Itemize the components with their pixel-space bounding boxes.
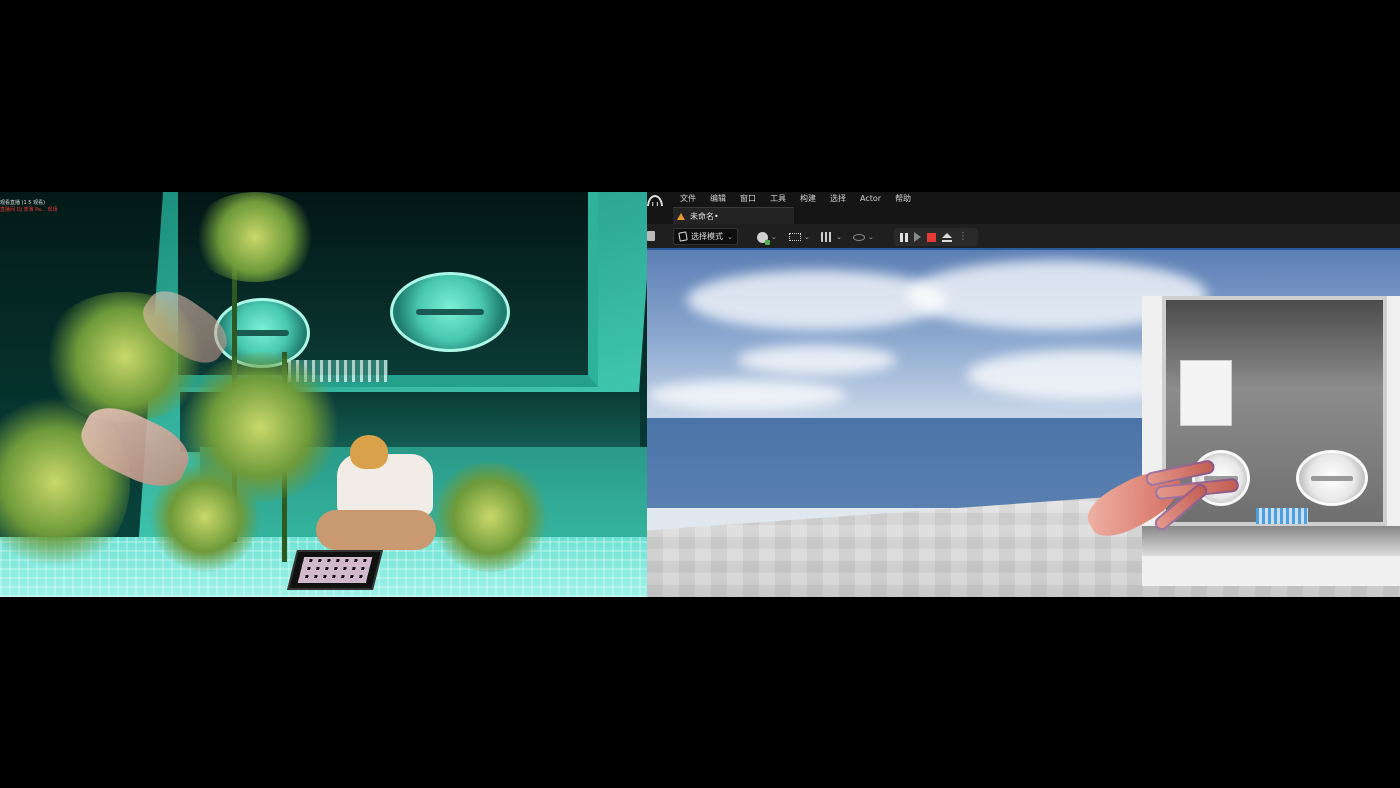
level-viewport[interactable]: [647, 250, 1400, 597]
blueprint-button[interactable]: ⌄: [789, 229, 810, 245]
menu-items: 文件 编辑 窗口 工具 构建 选择 Actor 帮助: [673, 192, 918, 206]
level-tab-label: 未命名•: [690, 211, 719, 221]
launchpad-controller: [287, 550, 383, 590]
chevron-down-icon: ⌄: [727, 232, 733, 241]
menu-tools[interactable]: 工具: [763, 192, 793, 206]
menu-select[interactable]: 选择: [823, 192, 853, 206]
performer-head: [350, 435, 388, 469]
frame-step-icon[interactable]: [914, 232, 921, 242]
menu-build[interactable]: 构建: [793, 192, 823, 206]
menu-file[interactable]: 文件: [673, 192, 703, 206]
menu-edit[interactable]: 编辑: [703, 192, 733, 206]
chevron-down-icon: ⌄: [771, 233, 777, 241]
menu-actor[interactable]: Actor: [853, 192, 888, 206]
split-screen-stage: 观看直播 (1 5 观看) 直播间 DJ 表演 Pa… 现场 U 文件 编辑 窗…: [0, 0, 1400, 788]
unreal-editor: U 文件 编辑 窗口 工具 构建 选择 Actor 帮助 未命名• 选择模式: [647, 192, 1400, 597]
play-controls: ⋮: [894, 228, 978, 246]
stream-overlay: 观看直播 (1 5 观看) 直播间 DJ 表演 Pa… 现场: [0, 200, 58, 214]
mode-label: 选择模式: [691, 232, 723, 241]
stream-overlay-line: 直播间 DJ 表演 Pa… 现场: [0, 207, 58, 213]
platforms-button[interactable]: ⌄: [853, 229, 874, 245]
select-mode-icon: [678, 231, 688, 242]
foliage: [190, 192, 320, 282]
menu-help[interactable]: 帮助: [888, 192, 918, 206]
menu-bar: U 文件 编辑 窗口 工具 构建 选择 Actor 帮助: [647, 192, 1400, 219]
document-tab-row: 未命名•: [647, 206, 1400, 224]
glove-port-right: [390, 272, 510, 352]
eye-icon: [853, 233, 865, 241]
stream-overlay-line: 观看直播 (1 5 观看): [0, 200, 46, 206]
virtual-hand: [1080, 458, 1245, 550]
performer-legs: [316, 510, 436, 550]
stop-icon[interactable]: [927, 232, 936, 242]
more-options-icon[interactable]: ⋮: [958, 232, 968, 242]
add-actor-icon: [757, 231, 770, 245]
cloud: [647, 380, 847, 410]
save-icon[interactable]: [647, 231, 655, 241]
booth-notice-sheet: [1180, 360, 1232, 426]
chevron-down-icon: ⌄: [836, 233, 842, 241]
booth-tube-rack: [1256, 508, 1308, 524]
clapperboard-icon: [821, 232, 833, 242]
blueprint-icon: [789, 233, 801, 241]
pause-icon[interactable]: [900, 232, 908, 242]
main-toolbar: 选择模式 ⌄ ⌄ ⌄ ⌄ ⌄ ⋮: [647, 224, 1400, 250]
level-tab[interactable]: 未命名•: [673, 207, 794, 224]
booth-glove-port: [1296, 450, 1368, 506]
level-warning-icon: [677, 212, 685, 220]
cinematics-button[interactable]: ⌄: [821, 229, 842, 245]
cloud: [737, 345, 897, 375]
performance-photo: 观看直播 (1 5 观看) 直播间 DJ 表演 Pa… 现场: [0, 192, 647, 597]
eject-icon[interactable]: [942, 232, 952, 242]
foliage: [430, 462, 550, 572]
mode-selector-button[interactable]: 选择模式 ⌄: [673, 228, 738, 245]
menu-window[interactable]: 窗口: [733, 192, 763, 206]
chevron-down-icon: ⌄: [868, 233, 874, 241]
add-actor-button[interactable]: ⌄: [757, 229, 777, 245]
chevron-down-icon: ⌄: [804, 233, 810, 241]
